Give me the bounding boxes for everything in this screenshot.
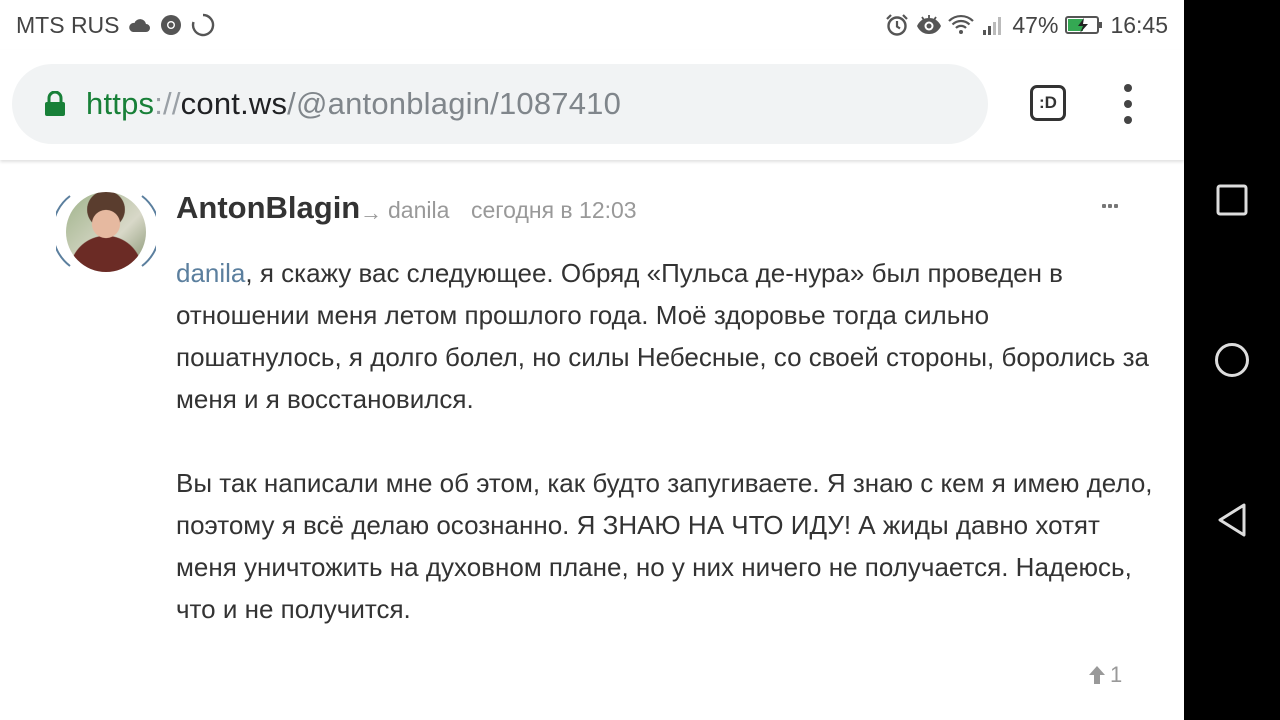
browser-toolbar: https :// cont.ws /@antonblagin/1087410 … — [0, 50, 1184, 160]
url-host: cont.ws — [180, 86, 288, 121]
carrier-name: MTS RUS — [16, 11, 120, 38]
more-options-icon[interactable] — [1102, 204, 1118, 210]
author-name[interactable]: AntonBlagin — [176, 190, 360, 226]
alarm-icon — [884, 12, 910, 38]
home-circle-icon[interactable] — [1214, 342, 1250, 378]
address-bar[interactable]: https :// cont.ws /@antonblagin/1087410 — [12, 64, 988, 144]
eye-icon — [916, 12, 942, 38]
upvote-arrow-icon[interactable] — [1088, 665, 1106, 685]
vote-count: 1 — [1110, 662, 1123, 687]
comment-paragraph-2: Вы так написали мне об этом, как будто з… — [176, 468, 1153, 624]
android-nav-bar — [1184, 0, 1280, 720]
url-separator: :// — [154, 86, 181, 121]
more-dot — [1114, 204, 1118, 208]
tab-switcher-button[interactable]: :D — [1030, 85, 1066, 121]
clock-time: 16:45 — [1110, 11, 1168, 38]
wifi-icon — [948, 12, 975, 38]
screen: MTS RUS 47% 16:45 https:// cont.ws /@an… — [0, 0, 1280, 720]
url-path: /@antonblagin/1087410 — [287, 86, 622, 121]
avatar[interactable] — [56, 190, 156, 272]
reply-arrow-icon: → — [360, 200, 382, 225]
vote-control[interactable]: 1 — [1088, 662, 1122, 688]
menu-dot — [1124, 100, 1132, 108]
status-bar-right: 47% 16:45 — [884, 12, 1168, 39]
cloud-icon — [126, 12, 152, 38]
comment: AntonBlagin → danila сегодня в 12:03 dan… — [0, 160, 1184, 720]
status-bar-left: MTS RUS — [16, 12, 216, 39]
comment-body: danila, я скажу вас следующее. Обряд «Пу… — [176, 252, 1156, 630]
chrome-icon — [158, 12, 184, 38]
loading-circle-icon — [190, 12, 216, 38]
menu-dot — [1124, 116, 1132, 124]
reply-to-user[interactable]: danila — [388, 197, 449, 224]
more-dot — [1102, 204, 1106, 208]
paragraph-1-text: , я скажу вас следующее. Обряд «Пульса д… — [176, 258, 1149, 414]
menu-dot — [1124, 84, 1132, 92]
url-scheme: https — [86, 86, 155, 121]
more-dot — [1108, 204, 1112, 208]
mention-link[interactable]: danila — [176, 258, 245, 288]
recents-square-icon[interactable] — [1214, 182, 1250, 218]
avatar-ring — [56, 195, 156, 267]
overflow-menu-button[interactable] — [1116, 84, 1140, 124]
comment-paragraph-1: danila, я скажу вас следующее. Обряд «Пу… — [176, 252, 1156, 420]
status-bar: MTS RUS 47% 16:45 — [0, 0, 1184, 50]
battery-charging-icon — [1064, 12, 1104, 38]
signal-icon — [980, 12, 1006, 38]
battery-percent: 47% — [1012, 11, 1059, 38]
comment-timestamp[interactable]: сегодня в 12:03 — [471, 197, 637, 224]
back-triangle-icon[interactable] — [1214, 502, 1250, 538]
lock-icon — [45, 91, 65, 116]
